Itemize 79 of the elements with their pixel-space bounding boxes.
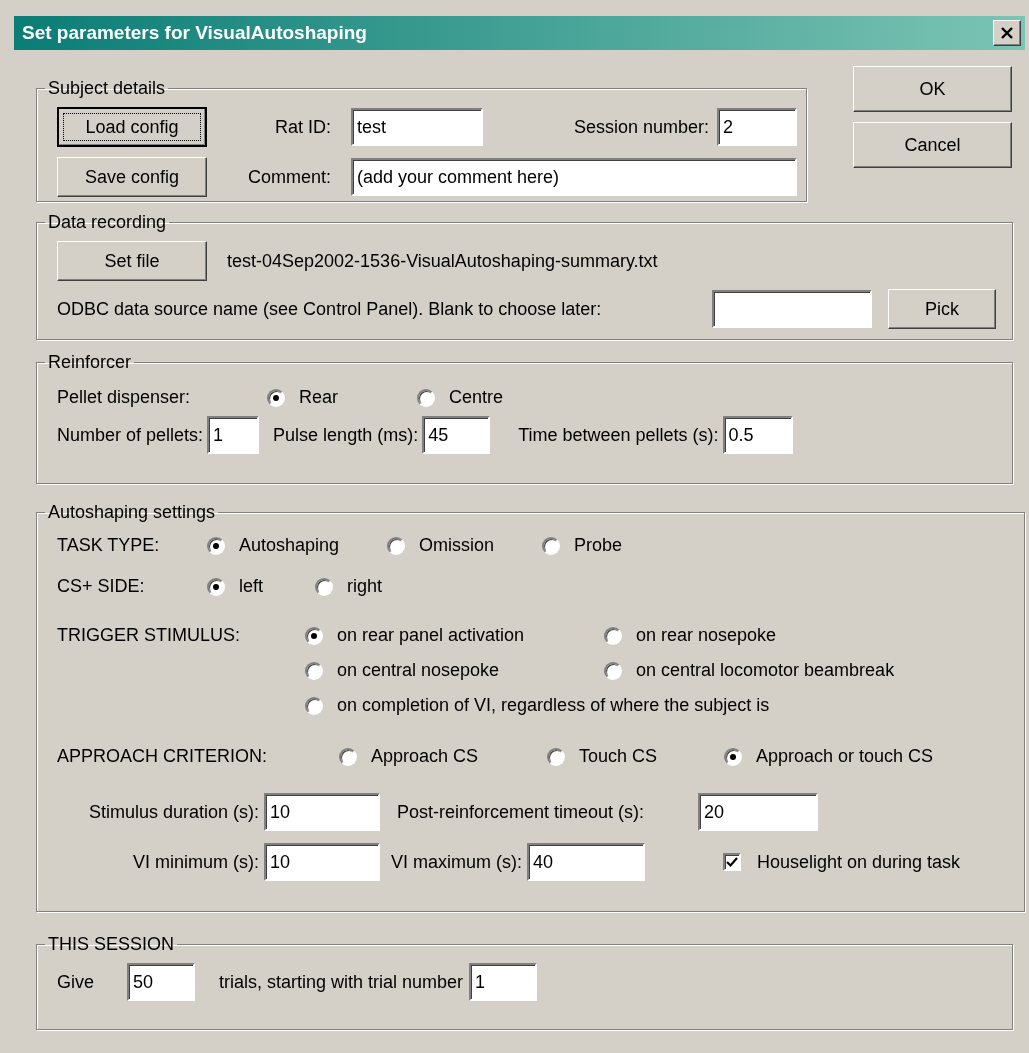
radio-button[interactable] bbox=[724, 747, 742, 766]
radio-label: on rear nosepoke bbox=[636, 625, 777, 646]
window-title: Set parameters for VisualAutoshaping bbox=[22, 22, 367, 44]
radio-label: Omission bbox=[419, 535, 494, 556]
input-field[interactable]: 40 bbox=[527, 843, 645, 881]
radio-label: on rear panel activation bbox=[337, 625, 525, 646]
field-label: TASK TYPE: bbox=[57, 535, 161, 556]
field-label: Give bbox=[57, 971, 95, 993]
radio-label: Approach or touch CS bbox=[756, 746, 934, 767]
field-label: Stimulus duration (s): bbox=[87, 801, 259, 823]
radio-button[interactable] bbox=[315, 577, 333, 596]
radio-label: on central nosepoke bbox=[337, 660, 500, 681]
checkbox[interactable] bbox=[723, 853, 741, 871]
radio-button[interactable] bbox=[387, 536, 405, 555]
input-field[interactable]: 20 bbox=[698, 793, 818, 831]
field-label: TRIGGER STIMULUS: bbox=[57, 625, 241, 646]
field-label: trials, starting with trial number bbox=[219, 971, 464, 993]
field-label: Time between pellets (s): bbox=[518, 424, 719, 446]
field-label: Session number: bbox=[572, 116, 709, 138]
radio-label: right bbox=[347, 576, 382, 597]
input-field[interactable]: 10 bbox=[264, 793, 380, 831]
radio-label: on completion of VI, regardless of where the subject is bbox=[337, 695, 770, 716]
field-label: Post-reinforcement timeout (s): bbox=[396, 801, 646, 823]
pick-button[interactable]: Pick bbox=[888, 289, 996, 329]
field-label: ODBC data source name (see Control Panel). Blank to choose later: bbox=[57, 298, 603, 320]
field-label: VI maximum (s): bbox=[390, 851, 522, 873]
close-button[interactable] bbox=[993, 20, 1021, 46]
group-title: THIS SESSION bbox=[47, 934, 176, 955]
field-label: Number of pellets: bbox=[57, 424, 204, 446]
group-title: Data recording bbox=[47, 212, 168, 233]
radio-label: Touch CS bbox=[579, 746, 658, 767]
field-label: CS+ SIDE: bbox=[57, 576, 146, 597]
field-label: Comment: bbox=[246, 166, 331, 188]
input-field[interactable]: 10 bbox=[264, 843, 380, 881]
close-icon bbox=[1000, 27, 1014, 39]
radio-label: Centre bbox=[449, 387, 504, 408]
group-title: Autoshaping settings bbox=[47, 502, 217, 523]
radio-label: left bbox=[239, 576, 263, 597]
input-field[interactable]: 0.5 bbox=[722, 416, 793, 454]
input-field[interactable]: test bbox=[351, 108, 483, 146]
load-config-button[interactable]: Load config bbox=[57, 107, 207, 147]
field-label: VI minimum (s): bbox=[132, 851, 259, 873]
radio-button[interactable] bbox=[305, 661, 323, 680]
radio-button[interactable] bbox=[547, 747, 565, 766]
radio-label: Autoshaping bbox=[239, 535, 340, 556]
field-label: APPROACH CRITERION: bbox=[57, 746, 269, 767]
radio-button[interactable] bbox=[305, 626, 323, 645]
radio-button[interactable] bbox=[542, 536, 560, 555]
checkbox-label: Houselight on during task bbox=[757, 851, 961, 873]
check-icon bbox=[726, 856, 738, 868]
radio-label: on central locomotor beambreak bbox=[636, 660, 895, 681]
save-config-button[interactable]: Save config bbox=[57, 157, 207, 197]
field-label: Rat ID: bbox=[274, 116, 331, 138]
input-field[interactable] bbox=[712, 290, 872, 328]
field-label: Pulse length (ms): bbox=[273, 424, 419, 446]
input-field[interactable]: 45 bbox=[422, 416, 491, 454]
ok-button[interactable]: OK bbox=[853, 66, 1012, 112]
radio-label: Rear bbox=[299, 387, 338, 408]
input-field[interactable]: (add your comment here) bbox=[351, 158, 797, 196]
radio-button[interactable] bbox=[417, 388, 435, 407]
field-label: Pellet dispenser: bbox=[57, 387, 192, 408]
radio-button[interactable] bbox=[604, 626, 622, 645]
input-field[interactable]: 50 bbox=[127, 963, 195, 1001]
radio-button[interactable] bbox=[207, 577, 225, 596]
set-file-button[interactable]: Set file bbox=[57, 241, 207, 281]
input-field[interactable]: 2 bbox=[717, 108, 797, 146]
radio-button[interactable] bbox=[339, 747, 357, 766]
input-field[interactable]: 1 bbox=[207, 416, 260, 454]
radio-button[interactable] bbox=[207, 536, 225, 555]
radio-label: Approach CS bbox=[371, 746, 479, 767]
group-title: Reinforcer bbox=[47, 352, 133, 373]
group-title: Subject details bbox=[47, 78, 167, 99]
input-field[interactable]: 1 bbox=[469, 963, 538, 1001]
radio-button[interactable] bbox=[305, 696, 323, 715]
radio-button[interactable] bbox=[604, 661, 622, 680]
radio-label: Probe bbox=[574, 535, 623, 556]
file-name: test-04Sep2002-1536-VisualAutoshaping-summary.txt bbox=[227, 250, 658, 272]
cancel-button[interactable]: Cancel bbox=[853, 122, 1012, 168]
radio-button[interactable] bbox=[267, 388, 285, 407]
